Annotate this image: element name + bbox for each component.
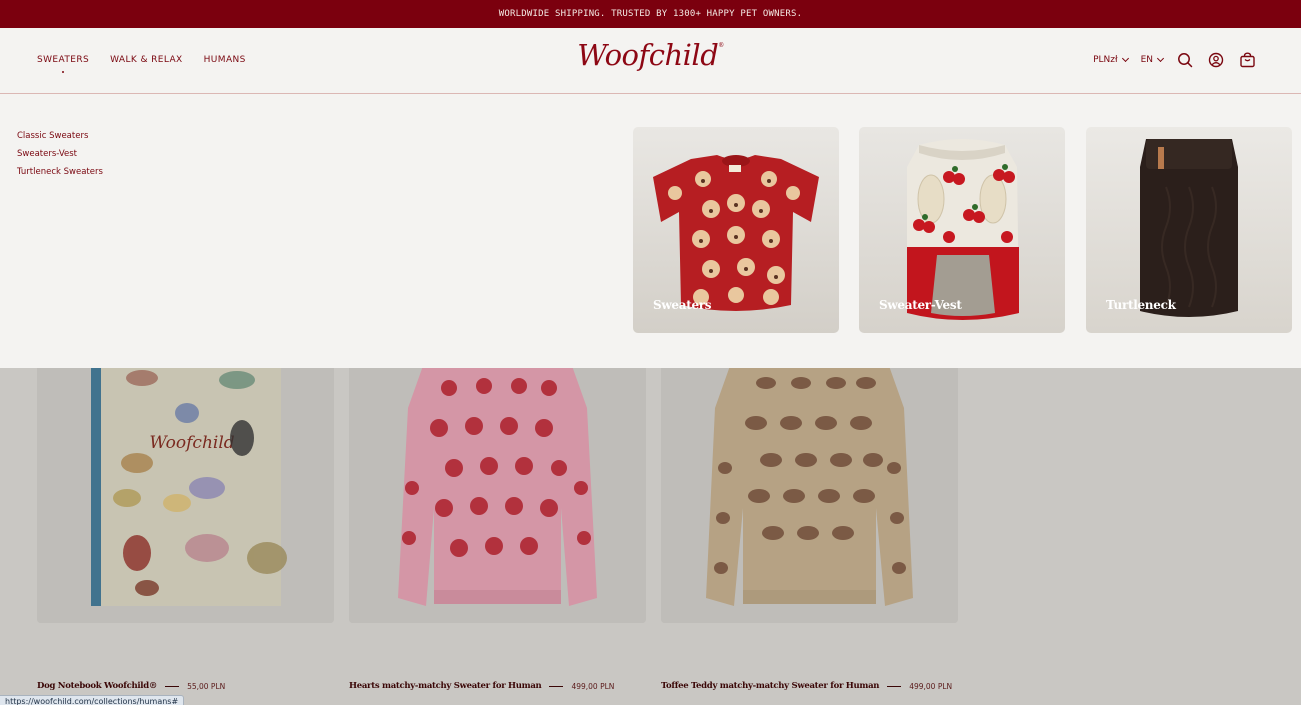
logo[interactable]: Woofchild® xyxy=(577,38,724,72)
announcement-bar: WORLDWIDE SHIPPING. TRUSTED BY 1300+ HAP… xyxy=(0,0,1301,28)
product-price: 499,00 PLN xyxy=(571,681,615,691)
category-card-label: Sweater-Vest xyxy=(879,298,962,312)
active-dot xyxy=(62,71,65,73)
category-card-sweaters[interactable]: Sweaters xyxy=(633,127,839,333)
nav-item-walk-relax[interactable]: WALK & RELAX xyxy=(110,55,183,65)
language-selector[interactable]: EN xyxy=(1140,54,1165,65)
chevron-down-icon xyxy=(1156,54,1165,63)
category-card-sweater-vest[interactable]: Sweater-Vest xyxy=(859,127,1065,333)
mega-menu-links: Classic Sweaters Sweaters-Vest Turtlenec… xyxy=(17,131,103,177)
product-card-teddy-sweater[interactable]: Toffee Teddy matchy-matchy Sweater for H… xyxy=(661,681,952,691)
product-price: 55,00 PLN xyxy=(187,681,226,691)
account-icon[interactable] xyxy=(1207,51,1225,69)
product-title: Hearts matchy-matchy Sweater for Human xyxy=(349,681,542,691)
logo-registered: ® xyxy=(718,42,724,49)
currency-selector[interactable]: PLNzł xyxy=(1093,54,1129,65)
svg-text:Woofchild: Woofchild xyxy=(149,433,234,453)
mega-link-turtleneck-sweaters[interactable]: Turtleneck Sweaters xyxy=(17,167,103,177)
nav-item-label: HUMANS xyxy=(203,55,246,65)
product-title: Dog Notebook Woofchild® xyxy=(37,681,158,691)
cart-icon[interactable] xyxy=(1238,51,1256,69)
main-nav: SWEATERS WALK & RELAX HUMANS xyxy=(37,28,246,92)
nav-item-humans[interactable]: HUMANS xyxy=(204,55,246,65)
product-card-notebook[interactable]: Dog Notebook Woofchild® 55,00 PLN xyxy=(37,681,225,691)
mega-link-sweaters-vest[interactable]: Sweaters-Vest xyxy=(17,149,103,159)
product-image-notebook[interactable]: Woofchild xyxy=(37,368,334,623)
language-label: EN xyxy=(1140,55,1153,65)
nav-item-label: SWEATERS xyxy=(37,55,90,65)
divider xyxy=(165,685,180,687)
product-title: Toffee Teddy matchy-matchy Sweater for H… xyxy=(661,681,880,691)
product-card-hearts-sweater[interactable]: Hearts matchy-matchy Sweater for Human 4… xyxy=(349,681,614,691)
product-price: 499,00 PLN xyxy=(909,681,953,691)
divider xyxy=(549,685,564,687)
announcement-text: WORLDWIDE SHIPPING. TRUSTED BY 1300+ HAP… xyxy=(498,9,803,19)
mega-link-classic-sweaters[interactable]: Classic Sweaters xyxy=(17,131,103,141)
category-card-turtleneck[interactable]: Turtleneck xyxy=(1086,127,1292,333)
product-image-teddy-sweater[interactable] xyxy=(661,368,958,623)
chevron-down-icon xyxy=(1121,54,1129,63)
divider xyxy=(887,685,902,687)
mega-menu: Classic Sweaters Sweaters-Vest Turtlenec… xyxy=(0,94,1301,368)
header-utilities: PLNzł EN xyxy=(1093,28,1256,92)
status-url: https://woofchild.com/collections/humans… xyxy=(5,696,179,705)
logo-text: Woofchild xyxy=(577,38,719,72)
currency-label: PLNzł xyxy=(1093,55,1118,65)
search-icon[interactable] xyxy=(1176,51,1194,69)
site-header: SWEATERS WALK & RELAX HUMANS Woofchild® … xyxy=(0,28,1301,94)
category-card-label: Sweaters xyxy=(653,298,712,312)
product-image-hearts-sweater[interactable] xyxy=(349,368,646,623)
status-bar-url: https://woofchild.com/collections/humans… xyxy=(0,695,185,705)
nav-item-sweaters[interactable]: SWEATERS xyxy=(37,55,90,73)
nav-item-label: WALK & RELAX xyxy=(110,55,183,65)
category-card-label: Turtleneck xyxy=(1106,298,1176,312)
